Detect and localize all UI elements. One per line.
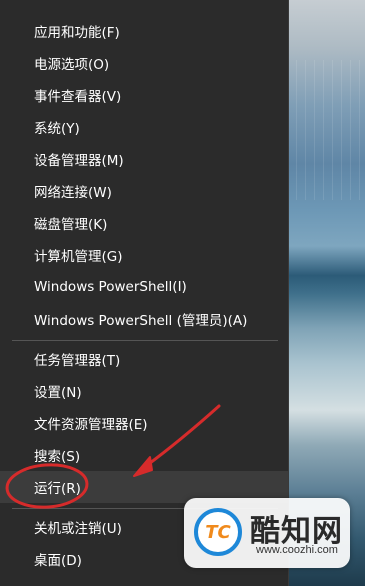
menu-item-label: 电源选项(O) — [34, 57, 110, 73]
tc-logo-icon: TC — [194, 508, 242, 556]
menu-item-label: 磁盘管理(K) — [34, 217, 108, 233]
menu-item-apps-features[interactable]: 应用和功能(F) — [0, 15, 288, 47]
menu-item-label: 运行(R) — [34, 481, 81, 497]
menu-item-network-connections[interactable]: 网络连接(W) — [0, 175, 288, 207]
menu-item-file-explorer[interactable]: 文件资源管理器(E) — [0, 407, 288, 439]
menu-item-label: 设置(N) — [34, 385, 82, 401]
menu-separator — [12, 340, 278, 341]
menu-item-label: 搜索(S) — [34, 449, 81, 465]
coozhi-watermark: TC 酷知网 www.coozhi.com — [184, 498, 350, 568]
menu-item-label: 任务管理器(T) — [34, 353, 121, 369]
menu-item-label: 事件查看器(V) — [34, 89, 122, 105]
menu-item-label: 文件资源管理器(E) — [34, 417, 148, 433]
menu-item-label: Windows PowerShell(I) — [34, 279, 187, 295]
watermark-url: www.coozhi.com — [256, 544, 338, 556]
menu-item-search[interactable]: 搜索(S) — [0, 439, 288, 471]
menu-item-device-manager[interactable]: 设备管理器(M) — [0, 143, 288, 175]
menu-item-powershell[interactable]: Windows PowerShell(I) — [0, 271, 288, 303]
menu-item-settings[interactable]: 设置(N) — [0, 375, 288, 407]
menu-item-power-options[interactable]: 电源选项(O) — [0, 47, 288, 79]
menu-item-event-viewer[interactable]: 事件查看器(V) — [0, 79, 288, 111]
menu-item-disk-management[interactable]: 磁盘管理(K) — [0, 207, 288, 239]
menu-item-system[interactable]: 系统(Y) — [0, 111, 288, 143]
menu-item-label: 关机或注销(U) — [34, 521, 122, 537]
menu-item-label: Windows PowerShell (管理员)(A) — [34, 313, 248, 329]
menu-item-computer-management[interactable]: 计算机管理(G) — [0, 239, 288, 271]
menu-item-label: 桌面(D) — [34, 553, 82, 569]
menu-item-label: 应用和功能(F) — [34, 25, 120, 41]
menu-item-label: 系统(Y) — [34, 121, 80, 137]
menu-item-label: 计算机管理(G) — [34, 249, 123, 265]
menu-item-task-manager[interactable]: 任务管理器(T) — [0, 343, 288, 375]
menu-item-label: 设备管理器(M) — [34, 153, 124, 169]
menu-item-powershell-admin[interactable]: Windows PowerShell (管理员)(A) — [0, 303, 288, 335]
menu-item-label: 网络连接(W) — [34, 185, 112, 201]
